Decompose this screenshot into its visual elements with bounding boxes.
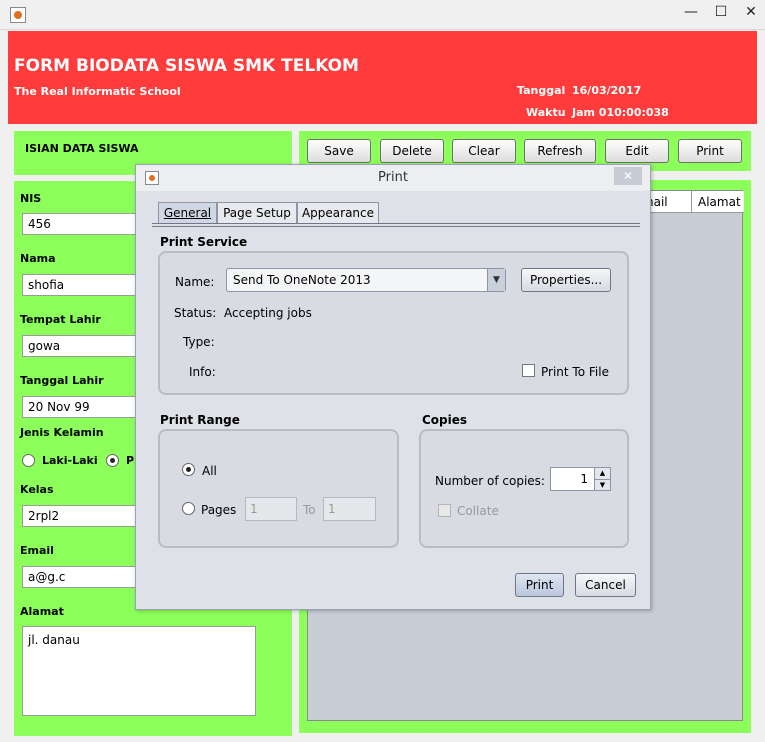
dialog-title: Print (378, 170, 408, 185)
collate-checkbox[interactable] (438, 504, 451, 517)
dialog-close-button[interactable]: ✕ (614, 167, 642, 185)
copies-title: Copies (422, 413, 468, 427)
print-to-file-label: Print To File (541, 365, 609, 379)
kelas-input[interactable]: 2rpl2 (22, 505, 147, 527)
tab-general-label: General (163, 206, 212, 220)
isian-label: ISIAN DATA SISWA (25, 142, 139, 155)
print-service-group: Name: Send To OneNote 2013 ▼ Properties.… (158, 251, 629, 395)
radio-perempuan[interactable] (106, 454, 119, 467)
email-input[interactable]: a@g.c (22, 566, 147, 588)
tempat-lahir-input[interactable]: gowa (22, 335, 147, 357)
spinner-up-icon[interactable]: ▲ (594, 468, 610, 479)
print-dialog: Print ✕ General Page Setup Appearance Pr… (135, 164, 651, 610)
info-label: Info: (189, 365, 216, 379)
tab-general[interactable]: General (158, 202, 217, 224)
header-banner: FORM BIODATA SISWA SMK TELKOM The Real I… (8, 31, 757, 124)
dialog-print-button[interactable]: Print (515, 573, 564, 597)
tanggal-value: 16/03/2017 (572, 84, 642, 97)
print-to-file-checkbox[interactable] (522, 364, 535, 377)
minimize-button[interactable]: — (676, 0, 706, 24)
save-button[interactable]: Save (307, 139, 371, 163)
tab-page-setup[interactable]: Page Setup (217, 202, 297, 224)
status-label: Status: (174, 306, 217, 320)
refresh-button[interactable]: Refresh (524, 139, 596, 163)
collate-label: Collate (457, 504, 499, 518)
tempat-lahir-label: Tempat Lahir (20, 313, 101, 326)
copies-value: 1 (580, 472, 588, 486)
tanggal-lahir-input[interactable]: 20 Nov 99 (22, 396, 147, 418)
spinner-down-icon[interactable]: ▼ (594, 479, 610, 490)
radio-perempuan-label: P (126, 454, 135, 467)
radio-laki-laki[interactable] (22, 454, 35, 467)
java-app-icon (10, 7, 26, 23)
tab-page-setup-label: Page Setup (223, 206, 291, 220)
nis-input[interactable]: 456 (22, 213, 147, 235)
to-label: To (303, 503, 316, 517)
nis-label: NIS (20, 192, 42, 205)
chevron-down-icon: ▼ (487, 269, 505, 291)
tab-divider (152, 223, 640, 227)
printer-select[interactable]: Send To OneNote 2013 ▼ (226, 268, 506, 292)
radio-all-label: All (202, 464, 217, 478)
dialog-cancel-button[interactable]: Cancel (575, 573, 636, 597)
print-service-title: Print Service (160, 235, 248, 249)
delete-button[interactable]: Delete (380, 139, 444, 163)
email-label: Email (20, 544, 54, 557)
radio-all[interactable] (182, 463, 195, 476)
page-title: FORM BIODATA SISWA SMK TELKOM (14, 56, 359, 76)
nama-input[interactable]: shofia (22, 274, 147, 296)
waktu-value: Jam 010:00:038 (572, 106, 669, 119)
name-label: Name: (175, 275, 215, 289)
alamat-label: Alamat (20, 605, 64, 618)
pages-to-input[interactable]: 1 (323, 497, 376, 521)
window-titlebar: — ☐ ✕ (0, 0, 765, 30)
tab-appearance-label: Appearance (301, 206, 375, 220)
alamat-textarea[interactable]: jl. danau (22, 626, 256, 716)
copies-group: Number of copies: 1 ▲ ▼ Collate (419, 429, 629, 548)
column-alamat[interactable]: Alamat (691, 191, 744, 213)
print-range-title: Print Range (160, 413, 240, 427)
edit-button[interactable]: Edit (605, 139, 669, 163)
maximize-button[interactable]: ☐ (706, 0, 736, 24)
copies-spinner[interactable]: 1 ▲ ▼ (550, 467, 611, 491)
dialog-titlebar: Print ✕ (136, 165, 650, 191)
tanggal-label: Tanggal (517, 84, 566, 97)
type-label: Type: (183, 335, 215, 349)
properties-button[interactable]: Properties... (521, 268, 611, 292)
waktu-label: Waktu (526, 106, 566, 119)
printer-select-value: Send To OneNote 2013 (233, 273, 371, 287)
clear-button[interactable]: Clear (452, 139, 516, 163)
nama-label: Nama (20, 252, 56, 265)
tab-appearance[interactable]: Appearance (297, 202, 379, 224)
print-button[interactable]: Print (678, 139, 742, 163)
page-subtitle: The Real Informatic School (14, 85, 181, 98)
print-range-group: All Pages 1 To 1 (158, 429, 399, 548)
pages-from-input[interactable]: 1 (245, 497, 297, 521)
number-of-copies-label: Number of copies: (435, 474, 545, 488)
status-value: Accepting jobs (224, 306, 312, 320)
kelas-label: Kelas (20, 483, 54, 496)
radio-laki-laki-label: Laki-Laki (42, 454, 98, 467)
jenis-kelamin-label: Jenis Kelamin (20, 426, 104, 439)
radio-pages-label: Pages (201, 503, 237, 517)
tanggal-lahir-label: Tanggal Lahir (20, 374, 104, 387)
close-button[interactable]: ✕ (736, 0, 765, 24)
radio-pages[interactable] (182, 502, 195, 515)
